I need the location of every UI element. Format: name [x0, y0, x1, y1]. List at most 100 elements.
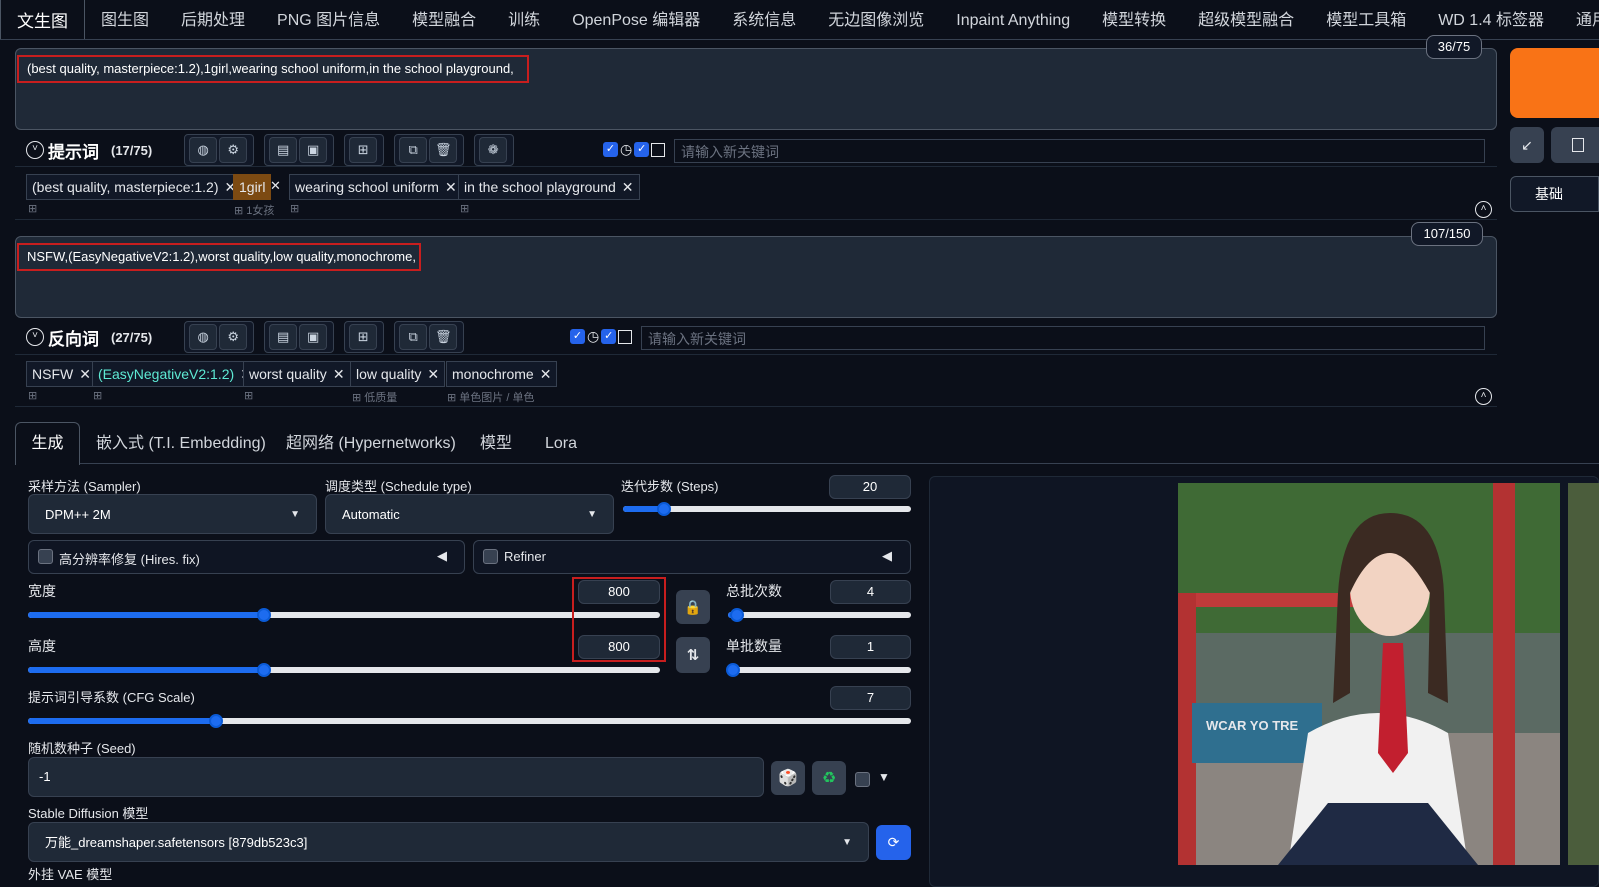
prompt-keyword-input[interactable]: 请输入新关键词 [674, 139, 1485, 163]
tab-inpaint-anything[interactable]: Inpaint Anything [940, 0, 1086, 39]
cfg-input[interactable]: 7 [830, 686, 911, 710]
batch-count-label: 总批次数 [726, 583, 782, 599]
tab-hypernetworks[interactable]: 超网络 (Hypernetworks) [286, 422, 456, 466]
globe-icon[interactable]: ◍ [189, 137, 218, 163]
checkbox-icon[interactable]: ✓ [603, 142, 618, 157]
refiner-accordion[interactable]: Refiner ◀ [473, 540, 911, 574]
sampler-select[interactable]: DPM++ 2M ▼ [28, 494, 317, 534]
tab-extras[interactable]: 后期处理 [165, 0, 261, 39]
model-select[interactable]: 万能_dreamshaper.safetensors [879db523c3] ▼ [28, 822, 869, 862]
negative-token-counter: 107/150 [1411, 222, 1483, 246]
tab-models[interactable]: 模型 [480, 422, 512, 466]
tab-image-browser[interactable]: 无边图像浏览 [812, 0, 940, 39]
tab-wd-tagger[interactable]: WD 1.4 标签器 [1422, 0, 1560, 39]
prompt-tag[interactable]: wearing school uniform ✕ [289, 174, 463, 200]
lock-icon[interactable]: 🔒 [676, 590, 710, 624]
tab-generate[interactable]: 生成 [15, 422, 80, 465]
panel-icon [651, 142, 666, 157]
collapse-icon[interactable]: ˅ [26, 328, 44, 346]
negative-section-count: (27/75) [111, 329, 153, 345]
arrow-diagonal-icon[interactable]: ↙ [1510, 127, 1544, 163]
recycle-icon[interactable]: ♻ [812, 761, 846, 795]
batch-size-input[interactable]: 1 [830, 635, 911, 659]
tab-txt2img[interactable]: 文生图 [0, 0, 85, 39]
clipboard-button[interactable] [1551, 127, 1599, 163]
negative-keyword-input[interactable]: 请输入新关键词 [641, 326, 1485, 350]
prompt-section-title: 提示词 [48, 142, 99, 162]
tab-img2img[interactable]: 图生图 [85, 0, 165, 39]
batch-size-slider[interactable] [726, 663, 911, 677]
steps-slider[interactable] [623, 502, 911, 516]
bookmark-icon[interactable]: ▣ [299, 137, 328, 163]
prompt-tag[interactable]: 1girl [233, 174, 272, 200]
negative-tag[interactable]: (EasyNegativeV2:1.2)✕ [92, 361, 258, 387]
tab-super-merge[interactable]: 超级模型融合 [1182, 0, 1310, 39]
close-icon: ✕ [444, 179, 457, 195]
translate-icon[interactable]: ⊞ [349, 137, 378, 163]
globe-icon[interactable]: ◍ [189, 324, 218, 350]
hires-checkbox[interactable] [38, 549, 53, 564]
doc-icon[interactable]: ▤ [269, 324, 298, 350]
translate-icon[interactable]: ⊞ [349, 324, 378, 350]
batch-count-slider[interactable] [728, 608, 911, 622]
tab-openpose[interactable]: OpenPose 编辑器 [556, 0, 716, 39]
cfg-slider[interactable] [28, 714, 911, 728]
hires-fix-accordion[interactable]: 高分辨率修复 (Hires. fix) ◀ [28, 540, 465, 574]
openai-icon[interactable]: ❁ [479, 137, 508, 163]
generate-button[interactable] [1510, 48, 1599, 118]
tab-lora[interactable]: Lora [545, 422, 577, 466]
schedule-select[interactable]: Automatic ▼ [325, 494, 614, 534]
checkbox-icon[interactable]: ✓ [634, 142, 650, 157]
negative-tag[interactable]: monochrome ✕ [446, 361, 558, 387]
tab-sysinfo[interactable]: 系统信息 [716, 0, 812, 39]
negative-tag[interactable]: NSFW ✕ [26, 361, 97, 387]
prompt-tag[interactable]: (best quality, masterpiece:1.2) ✕ [26, 174, 243, 200]
tab-general[interactable]: 通用 [1560, 0, 1599, 39]
trash-icon[interactable]: 🗑 [429, 137, 458, 163]
generated-image[interactable]: WCAR YO TRE [1178, 483, 1560, 865]
sampler-label: 采样方法 (Sampler) [28, 479, 141, 494]
refiner-checkbox[interactable] [483, 549, 498, 564]
extra-seed-checkbox[interactable] [855, 772, 870, 787]
gear-icon[interactable]: ⚙ [219, 324, 248, 350]
chevron-down-icon: ▼ [587, 509, 597, 520]
seed-label: 随机数种子 (Seed) [28, 741, 136, 756]
doc-icon[interactable]: ▤ [269, 137, 298, 163]
bookmark-icon[interactable]: ▣ [299, 324, 328, 350]
negative-tag[interactable]: low quality ✕ [350, 361, 446, 387]
chevron-up-icon[interactable]: ˄ [1475, 201, 1492, 218]
tab-merge[interactable]: 模型融合 [396, 0, 492, 39]
checkbox-icon[interactable]: ✓ [570, 329, 585, 344]
trash-icon[interactable]: 🗑 [429, 324, 458, 350]
chevron-up-icon[interactable]: ˄ [1475, 388, 1492, 405]
steps-input[interactable]: 20 [829, 475, 911, 499]
height-slider[interactable] [28, 663, 660, 677]
seed-input[interactable]: -1 [28, 757, 764, 797]
dice-icon[interactable]: 🎲 [771, 761, 805, 795]
tab-model-convert[interactable]: 模型转换 [1086, 0, 1182, 39]
tab-model-toolbox[interactable]: 模型工具箱 [1310, 0, 1422, 39]
refresh-icon[interactable]: ⟳ [876, 825, 911, 860]
copy-icon[interactable]: ⧉ [399, 324, 428, 350]
close-icon[interactable]: ✕ [270, 178, 281, 194]
swap-icon[interactable]: ⇅ [676, 637, 710, 673]
basic-button[interactable]: 基础 [1510, 176, 1599, 212]
tab-embedding[interactable]: 嵌入式 (T.I. Embedding) [96, 422, 266, 466]
cfg-label: 提示词引导系数 (CFG Scale) [28, 690, 195, 705]
girl-portrait-image: WCAR YO TRE [1178, 483, 1560, 865]
prompt-tag[interactable]: in the school playground ✕ [458, 174, 640, 200]
gear-icon[interactable]: ⚙ [219, 137, 248, 163]
checkbox-icon[interactable]: ✓ [601, 329, 617, 344]
tab-png-info[interactable]: PNG 图片信息 [261, 0, 396, 39]
clock-icon: ◷ [620, 141, 633, 157]
copy-icon[interactable]: ⧉ [399, 137, 428, 163]
batch-count-input[interactable]: 4 [830, 580, 911, 604]
triangle-down-icon[interactable]: ▼ [878, 770, 890, 784]
negative-tag[interactable]: worst quality ✕ [243, 361, 351, 387]
prompt-token-counter: 36/75 [1426, 35, 1482, 59]
tab-train[interactable]: 训练 [492, 0, 556, 39]
height-label: 高度 [28, 638, 56, 654]
close-icon: ✕ [539, 366, 552, 382]
width-slider[interactable] [28, 608, 660, 622]
collapse-icon[interactable]: ˅ [26, 141, 44, 159]
